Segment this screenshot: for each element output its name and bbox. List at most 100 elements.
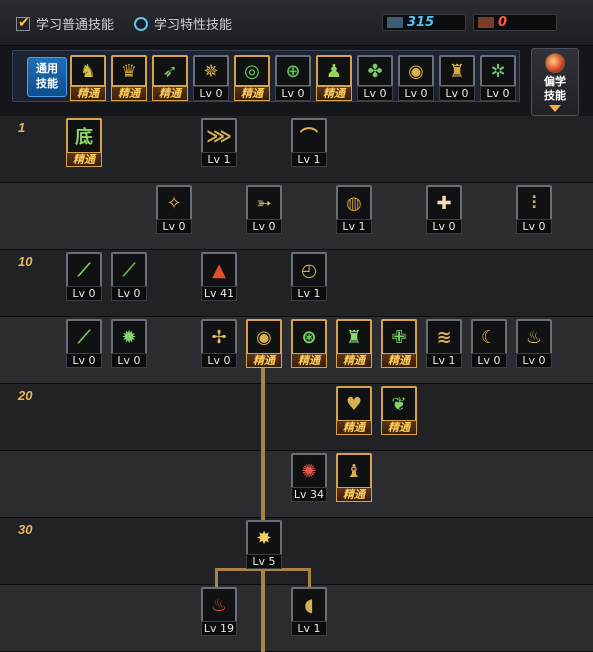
skill-slot[interactable]: ⌒ Lv 1 xyxy=(291,118,327,168)
skill-icon-frame: ♨ xyxy=(516,319,552,355)
skill-level: Lv 0 xyxy=(426,219,462,234)
skill-slot[interactable]: ➳ Lv 0 xyxy=(246,185,282,235)
skill-slot[interactable]: ✸ Lv 5 xyxy=(246,520,282,570)
skill-level: Lv 0 xyxy=(246,219,282,234)
skill-slot[interactable]: ⟋ Lv 0 xyxy=(66,319,102,369)
skill-slot[interactable]: ⋙ Lv 1 xyxy=(201,118,237,168)
skill-level: Lv 0 xyxy=(398,86,434,101)
skill-level: Lv 0 xyxy=(156,219,192,234)
eye-icon: ◉ xyxy=(408,60,424,82)
crosshair-icon: ⊕ xyxy=(285,60,301,82)
skill-slot[interactable]: ♛ 精通 xyxy=(111,55,147,105)
preferred-skills-button[interactable]: 偏学技能 xyxy=(531,48,579,116)
level-marker: 10 xyxy=(18,254,33,269)
heart-icon: ♥ xyxy=(345,393,363,415)
skill-level: 精通 xyxy=(381,420,417,435)
skill-slot[interactable]: ⊛ 精通 xyxy=(291,319,327,369)
skill-icon-frame: ⋙ xyxy=(201,118,237,154)
skill-slot[interactable]: ≋ Lv 1 xyxy=(426,319,462,369)
skill-slot[interactable]: ✚ Lv 0 xyxy=(426,185,462,235)
skill-slot[interactable]: ❦ 精通 xyxy=(381,386,417,436)
skill-slot[interactable]: ♜ Lv 0 xyxy=(439,55,475,105)
tab-learn-trait-label: 学习特性技能 xyxy=(154,17,233,32)
skill-slot[interactable]: ⟋ Lv 0 xyxy=(111,252,147,302)
skill-level: 精通 xyxy=(291,353,327,368)
skill-level: 精通 xyxy=(316,86,352,101)
checkbox-icon[interactable] xyxy=(16,14,30,31)
explode-icon: ✸ xyxy=(256,527,272,549)
skill-level: 精通 xyxy=(111,86,147,101)
skill-tree[interactable]: 1 10 20 30 底精通 ⋙ Lv 1 ⌒ Lv 1 ✧ Lv 0 ➳ Lv 0 ◍ Lv 1 ✚ Lv … xyxy=(0,116,593,652)
radio-icon[interactable] xyxy=(134,16,148,31)
skill-icon-frame: ❦ xyxy=(381,386,417,422)
skill-slot[interactable]: ✧ Lv 0 xyxy=(156,185,192,235)
skill-slot[interactable]: ♨ Lv 19 xyxy=(201,587,237,637)
level-marker: 30 xyxy=(18,522,33,537)
horn-icon: ◖ xyxy=(304,594,314,616)
skill-slot[interactable]: ♨ Lv 0 xyxy=(516,319,552,369)
skill-slot[interactable]: ▲ Lv 41 xyxy=(201,252,237,302)
triangle-down-icon xyxy=(549,105,561,112)
skill-icon-frame: ▲ xyxy=(201,252,237,288)
skill-slot[interactable]: 底精通 xyxy=(66,118,102,168)
skill-level: Lv 0 xyxy=(201,353,237,368)
skill-level: 精通 xyxy=(336,420,372,435)
skill-icon-frame: ◴ xyxy=(291,252,327,288)
skill-slot[interactable]: ✢ Lv 0 xyxy=(201,319,237,369)
muscle-icon: ♜ xyxy=(448,60,466,82)
skill-slot[interactable]: ✵ Lv 0 xyxy=(193,55,229,105)
skill-level: Lv 0 xyxy=(111,353,147,368)
roar-icon: ✺ xyxy=(301,460,317,482)
cross-icon: ✙ xyxy=(391,326,407,348)
skill-level: Lv 1 xyxy=(291,152,327,167)
skill-level: 精通 xyxy=(381,353,417,368)
skill-level: Lv 34 xyxy=(291,487,327,502)
wave-icon: ≋ xyxy=(436,326,452,348)
skill-slot[interactable]: ◴ Lv 1 xyxy=(291,252,327,302)
skill-icon-frame: ✹ xyxy=(111,319,147,355)
skill-slot[interactable]: ⊕ Lv 0 xyxy=(275,55,311,105)
sp-red-value: 0 xyxy=(498,15,508,30)
tab-learn-trait[interactable]: 学习特性技能 xyxy=(134,14,232,33)
skill-icon-frame: ✺ xyxy=(291,453,327,489)
skill-slot[interactable]: ✺ Lv 34 xyxy=(291,453,327,503)
skill-icon-frame: ◍ xyxy=(336,185,372,221)
skill-tree-row: 20 xyxy=(0,384,593,451)
skill-slot[interactable]: ⟋ Lv 0 xyxy=(66,252,102,302)
skill-icon-frame: ♛ xyxy=(111,55,147,87)
skill-level: Lv 5 xyxy=(246,554,282,569)
skill-level: 精通 xyxy=(152,86,188,101)
skill-slot[interactable]: ♜ 精通 xyxy=(336,319,372,369)
skill-slot[interactable]: ◍ Lv 1 xyxy=(336,185,372,235)
skill-level: Lv 0 xyxy=(471,353,507,368)
skill-icon-frame: ◎ xyxy=(234,55,270,87)
sp-counter-blue: 315 xyxy=(382,14,466,31)
skill-slot[interactable]: ♟ 精通 xyxy=(316,55,352,105)
inferno-icon: ♨ xyxy=(210,594,228,616)
skill-slot[interactable]: ♝ 精通 xyxy=(336,453,372,503)
skill-slot[interactable]: ✹ Lv 0 xyxy=(111,319,147,369)
connector-line xyxy=(261,366,265,652)
skill-slot[interactable]: ◉ Lv 0 xyxy=(398,55,434,105)
skill-slot[interactable]: ✙ 精通 xyxy=(381,319,417,369)
skill-slot[interactable]: ⫶ Lv 0 xyxy=(516,185,552,235)
level-marker: 20 xyxy=(18,388,33,403)
skill-slot[interactable]: ✲ Lv 0 xyxy=(480,55,516,105)
skill-slot[interactable]: ◖ Lv 1 xyxy=(291,587,327,637)
connector-line xyxy=(308,568,311,588)
skill-icon-frame: ✸ xyxy=(246,520,282,556)
blade2-icon: ⟋ xyxy=(122,259,136,281)
skill-icon-frame: 底 xyxy=(66,118,102,154)
skill-slot[interactable]: ♥ 精通 xyxy=(336,386,372,436)
skill-slot[interactable]: ✤ Lv 0 xyxy=(357,55,393,105)
tab-learn-normal[interactable]: 学习普通技能 xyxy=(16,14,114,33)
skill-icon-frame: ➳ xyxy=(246,185,282,221)
skill-icon-frame: ♞ xyxy=(70,55,106,87)
skill-slot[interactable]: ◉ 精通 xyxy=(246,319,282,369)
arrow-icon: ➳ xyxy=(256,192,272,214)
skill-slot[interactable]: ➶ 精通 xyxy=(152,55,188,105)
skill-slot[interactable]: ♞ 精通 xyxy=(70,55,106,105)
skill-slot[interactable]: ☾ Lv 0 xyxy=(471,319,507,369)
skill-slot[interactable]: ◎ 精通 xyxy=(234,55,270,105)
skill-tree-row xyxy=(0,183,593,250)
